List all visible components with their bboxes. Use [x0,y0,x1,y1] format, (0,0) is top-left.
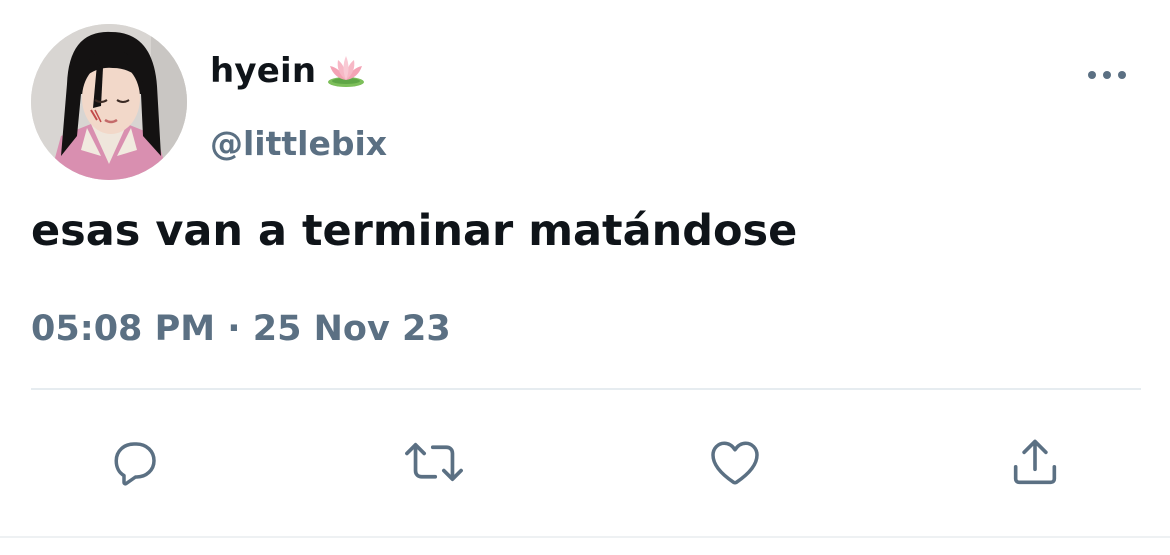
tweet-card: hyein @littlebix esas van a terminar mat… [0,0,1170,555]
reply-button[interactable] [103,430,167,494]
retweet-icon [405,442,463,482]
avatar-photo [31,24,187,180]
divider [31,388,1141,390]
tweet-text: esas van a terminar matándose [31,206,798,256]
retweet-button[interactable] [402,430,466,494]
display-name[interactable]: hyein [210,51,316,91]
lotus-icon [326,54,366,88]
more-options-button[interactable] [1082,58,1132,92]
avatar[interactable] [31,24,187,180]
user-handle[interactable]: @littlebix [210,124,387,163]
bottom-divider [0,536,1170,538]
display-name-row[interactable]: hyein [210,48,366,94]
share-icon [1013,439,1057,485]
like-icon [711,441,759,485]
reply-icon [114,442,156,486]
tweet-timestamp[interactable]: 05:08 PM · 25 Nov 23 [31,309,451,349]
more-options-icon [1088,71,1126,79]
share-button[interactable] [1003,430,1067,494]
like-button[interactable] [703,430,767,494]
